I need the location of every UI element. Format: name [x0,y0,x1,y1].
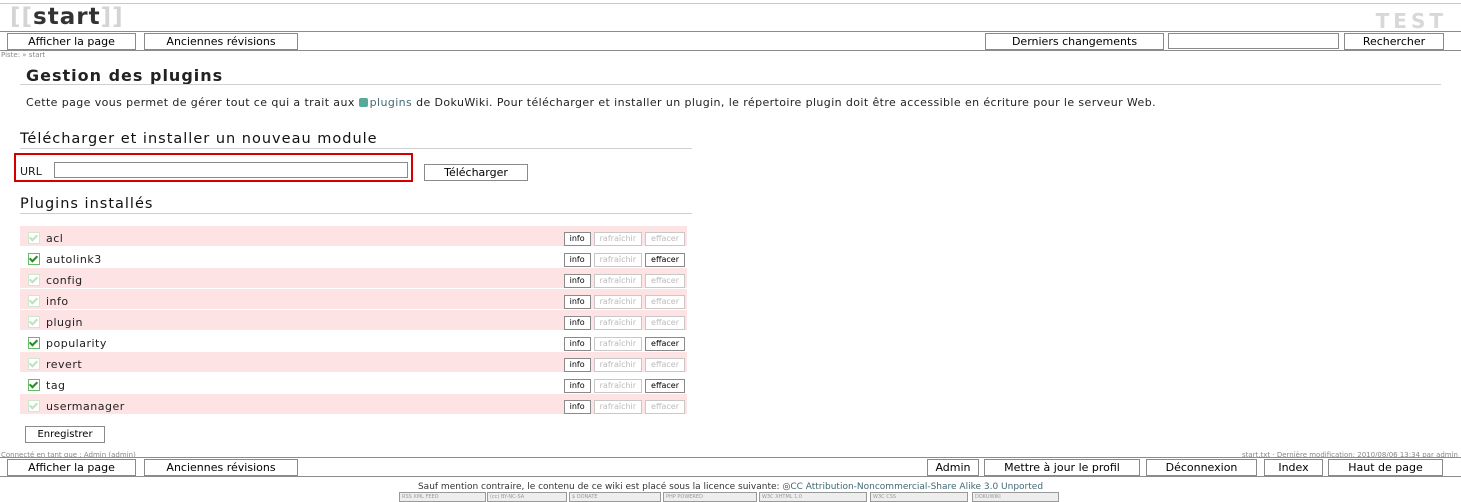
index-button[interactable]: Index [1264,459,1323,476]
plugin-refresh-button: rafraîchir [593,232,643,246]
show-page-button[interactable]: Afficher la page [7,33,136,50]
plugin-info-button[interactable]: info [563,316,591,330]
plugin-info-button[interactable]: info [563,379,591,393]
search-button[interactable]: Rechercher [1344,33,1444,50]
plugin-info-button[interactable]: info [563,358,591,372]
save-button[interactable]: Enregistrer [25,426,105,443]
license-link[interactable]: CC Attribution-Noncommercial-Share Alike… [790,482,1043,492]
plugin-info-button[interactable]: info [563,295,591,309]
plugin-enable-checkbox [28,357,40,370]
plugin-delete-button[interactable]: effacer [645,379,685,393]
title-underline [20,84,1441,85]
plugin-row-info: info info rafraîchir effacer [20,288,687,310]
plugin-delete-button: effacer [645,232,685,246]
plugin-info-button[interactable]: info [563,253,591,267]
plugin-name: tag [46,378,66,392]
plugin-row-popularity: popularity info rafraîchir effacer [20,330,687,352]
search-input[interactable] [1168,33,1339,49]
plugin-refresh-button: rafraîchir [593,274,643,288]
top-toolbar: Afficher la page Anciennes révisions Der… [0,31,1461,51]
plugin-enable-checkbox[interactable] [28,378,40,391]
wiki-name[interactable]: TEST [1376,9,1447,33]
plugin-name: usermanager [46,399,125,413]
plugin-enable-checkbox [28,273,40,286]
plugin-delete-button: effacer [645,358,685,372]
plugin-refresh-button: rafraîchir [593,253,643,267]
plugin-refresh-button: rafraîchir [593,358,643,372]
update-profile-button[interactable]: Mettre à jour le profil [984,459,1140,476]
plugin-name: popularity [46,336,107,350]
plugin-refresh-button: rafraîchir [593,316,643,330]
download-section-underline [20,148,692,149]
plugin-enable-checkbox[interactable] [28,336,40,349]
plugins-link[interactable]: plugins [370,96,413,109]
plugin-row-usermanager: usermanager info rafraîchir effacer [20,393,687,414]
plugin-enable-checkbox [28,399,40,412]
plugin-row-autolink3: autolink3 info rafraîchir effacer [20,246,687,268]
plugin-refresh-button: rafraîchir [593,295,643,309]
wiki-link-icon [358,98,368,107]
url-label: URL [20,165,42,178]
page-id-title[interactable]: [[start]] [10,4,124,30]
plugin-delete-button: effacer [645,295,685,309]
page-title: Gestion des plugins [26,66,224,85]
installed-plugins-table: acl info rafraîchir effacer autolink3 info raf… [20,225,687,414]
plugin-delete-button[interactable]: effacer [645,253,685,267]
installed-section-underline [20,213,692,214]
plugin-name: acl [46,231,64,245]
plugin-enable-checkbox [28,315,40,328]
plugin-row-revert: revert info rafraîchir effacer [20,351,687,373]
plugin-row-tag: tag info rafraîchir effacer [20,372,687,394]
plugin-name: autolink3 [46,252,102,266]
download-section-title: Télécharger et installer un nouveau modu… [20,131,378,147]
header-rule [0,3,1461,4]
plugin-row-acl: acl info rafraîchir effacer [20,225,687,247]
plugin-name: info [46,294,69,308]
plugin-delete-button: effacer [645,316,685,330]
bottom-old-revisions-button[interactable]: Anciennes révisions [144,459,298,476]
bottom-show-page-button[interactable]: Afficher la page [7,459,136,476]
top-of-page-button[interactable]: Haut de page [1328,459,1443,476]
plugin-enable-checkbox [28,231,40,244]
plugin-enable-checkbox [28,294,40,307]
plugin-row-config: config info rafraîchir effacer [20,267,687,289]
plugin-name: plugin [46,315,84,329]
plugin-info-button[interactable]: info [563,337,591,351]
plugin-row-plugin: plugin info rafraîchir effacer [20,309,687,331]
plugin-info-button[interactable]: info [563,274,591,288]
url-input[interactable] [54,162,408,178]
plugin-refresh-button: rafraîchir [593,379,643,393]
bottom-toolbar: Afficher la page Anciennes révisions Adm… [0,457,1461,477]
plugin-name: config [46,273,83,287]
plugin-info-button[interactable]: info [563,232,591,246]
logout-button[interactable]: Déconnexion [1146,459,1257,476]
installed-section-title: Plugins installés [20,196,154,212]
recent-changes-button[interactable]: Derniers changements [985,33,1164,50]
plugin-delete-button: effacer [645,274,685,288]
breadcrumb[interactable]: Piste: » start [1,51,45,59]
plugin-info-button[interactable]: info [563,400,591,414]
plugin-delete-button[interactable]: effacer [645,337,685,351]
old-revisions-button[interactable]: Anciennes révisions [144,33,298,50]
license-notice: Sauf mention contraire, le contenu de ce… [417,482,1044,492]
plugin-refresh-button: rafraîchir [593,400,643,414]
plugin-enable-checkbox[interactable] [28,252,40,265]
download-button[interactable]: Télécharger [424,164,528,181]
plugin-delete-button: effacer [645,400,685,414]
plugin-name: revert [46,357,83,371]
plugin-manager-description: Cette page vous permet de gérer tout ce … [26,96,1156,109]
plugin-refresh-button: rafraîchir [593,337,643,351]
admin-button[interactable]: Admin [927,459,979,476]
